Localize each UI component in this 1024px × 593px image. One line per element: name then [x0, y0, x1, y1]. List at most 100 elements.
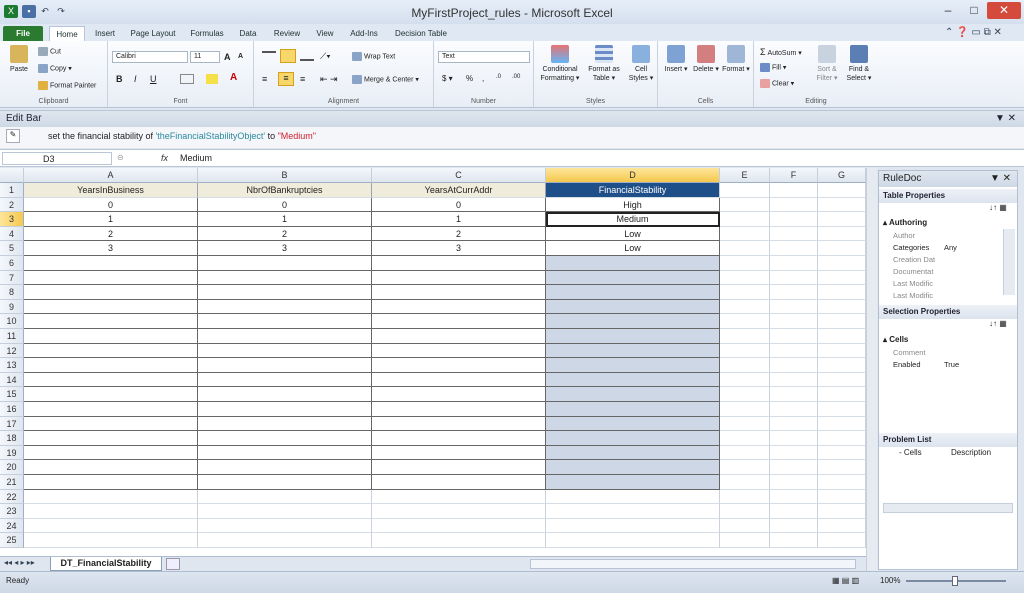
tab-insert[interactable]: Insert — [88, 26, 122, 41]
row-header[interactable]: 13 — [0, 358, 24, 373]
cell[interactable] — [720, 226, 770, 242]
cell[interactable] — [818, 402, 866, 417]
tab-home[interactable]: Home — [49, 26, 85, 41]
cell[interactable] — [770, 402, 818, 417]
row-header[interactable]: 12 — [0, 343, 24, 359]
cell[interactable] — [198, 431, 372, 446]
select-all-corner[interactable] — [0, 168, 24, 183]
view-buttons[interactable]: ▦ ▤ ▥ — [832, 576, 872, 588]
cell[interactable] — [198, 329, 372, 344]
orientation-icon[interactable]: ⟋▾ — [320, 51, 331, 62]
cell[interactable] — [720, 475, 770, 490]
bold-button[interactable]: B — [116, 74, 123, 84]
cell[interactable] — [770, 226, 818, 242]
property-name[interactable]: Documentat — [893, 266, 933, 277]
cell[interactable] — [770, 416, 818, 432]
tab-page-layout[interactable]: Page Layout — [126, 26, 180, 41]
cell[interactable] — [720, 270, 770, 286]
zoom-level[interactable]: 100% — [880, 576, 900, 585]
property-name[interactable]: Enabled — [893, 359, 921, 370]
help-icon[interactable]: ⌃ ❓ ▭ ⧉ ✕ — [945, 27, 1002, 38]
cell[interactable] — [770, 445, 818, 461]
cell[interactable] — [720, 314, 770, 329]
align-bottom-icon[interactable] — [300, 51, 314, 61]
cell[interactable] — [198, 256, 372, 271]
cell[interactable] — [198, 387, 372, 402]
table-cell[interactable]: 1 — [198, 212, 372, 227]
table-cell[interactable]: 0 — [24, 197, 198, 213]
cell[interactable] — [372, 504, 546, 519]
fx-icon[interactable]: fx — [161, 153, 168, 163]
cell[interactable] — [198, 460, 372, 475]
align-right-icon[interactable]: ≡ — [300, 74, 305, 84]
cell[interactable] — [818, 285, 866, 300]
cell[interactable] — [198, 270, 372, 286]
cell[interactable] — [24, 431, 198, 446]
cell[interactable] — [770, 387, 818, 402]
cell[interactable] — [546, 314, 720, 329]
comma-button[interactable]: , — [482, 74, 484, 83]
cell[interactable] — [720, 358, 770, 373]
copy-button[interactable]: Copy ▾ — [38, 64, 72, 73]
tab-view[interactable]: View — [309, 26, 341, 41]
cell[interactable] — [818, 329, 866, 344]
formula-input[interactable]: Medium — [180, 153, 212, 163]
row-header[interactable]: 16 — [0, 402, 24, 417]
cell[interactable] — [720, 533, 770, 548]
cell[interactable] — [372, 343, 546, 359]
name-box[interactable]: D3 — [2, 152, 112, 165]
row-header[interactable]: 15 — [0, 387, 24, 402]
cell[interactable] — [818, 256, 866, 271]
column-header-d[interactable]: D — [546, 168, 720, 183]
cell[interactable] — [24, 416, 198, 432]
row-header[interactable]: 14 — [0, 372, 24, 388]
table-cell[interactable]: 2 — [24, 226, 198, 242]
cell[interactable] — [770, 343, 818, 359]
row-header[interactable]: 8 — [0, 285, 24, 300]
cell[interactable] — [24, 489, 198, 505]
authoring-section[interactable]: ▴ Authoring — [883, 218, 927, 227]
cell[interactable] — [770, 314, 818, 329]
table-cell[interactable]: 2 — [198, 226, 372, 242]
table-cell[interactable]: 0 — [372, 197, 546, 213]
row-header[interactable]: 23 — [0, 504, 24, 519]
find-select-button[interactable]: Find & Select ▾ — [844, 45, 874, 83]
cell[interactable] — [198, 343, 372, 359]
cell[interactable] — [720, 256, 770, 271]
font-name-select[interactable]: Calibri — [112, 51, 188, 63]
table-cell[interactable]: Low — [546, 226, 720, 242]
cell[interactable] — [198, 402, 372, 417]
increase-decimal-button[interactable]: .0 — [496, 74, 501, 80]
cell[interactable] — [546, 270, 720, 286]
cell[interactable] — [372, 314, 546, 329]
new-sheet-icon[interactable] — [166, 558, 180, 570]
vertical-scrollbar[interactable] — [866, 168, 877, 571]
clear-button[interactable]: Clear ▾ — [760, 79, 794, 88]
currency-button[interactable]: $ ▾ — [442, 74, 453, 83]
sheet-nav-icon[interactable]: ◂◂ ◂ ▸ ▸▸ — [4, 558, 35, 567]
cell[interactable] — [24, 329, 198, 344]
cell[interactable] — [372, 489, 546, 505]
font-size-select[interactable]: 11 — [190, 51, 220, 63]
cell[interactable] — [770, 358, 818, 373]
column-header-cell[interactable]: FinancialStability — [546, 183, 720, 198]
cell[interactable] — [770, 285, 818, 300]
cell[interactable] — [24, 518, 198, 534]
column-header-f[interactable]: F — [770, 168, 818, 183]
column-header-g[interactable]: G — [818, 168, 866, 183]
cell[interactable] — [24, 504, 198, 519]
cell[interactable] — [372, 358, 546, 373]
cell[interactable] — [546, 475, 720, 490]
tab-add-ins[interactable]: Add-Ins — [344, 26, 384, 41]
cell[interactable] — [546, 489, 720, 505]
cell[interactable] — [24, 533, 198, 548]
cell[interactable] — [24, 256, 198, 271]
cell[interactable] — [818, 431, 866, 446]
cell[interactable] — [24, 402, 198, 417]
cut-button[interactable]: Cut — [38, 47, 61, 56]
cell[interactable] — [372, 329, 546, 344]
row-header[interactable]: 17 — [0, 416, 24, 432]
cell[interactable] — [372, 387, 546, 402]
cell[interactable] — [720, 329, 770, 344]
italic-button[interactable]: I — [134, 74, 137, 84]
